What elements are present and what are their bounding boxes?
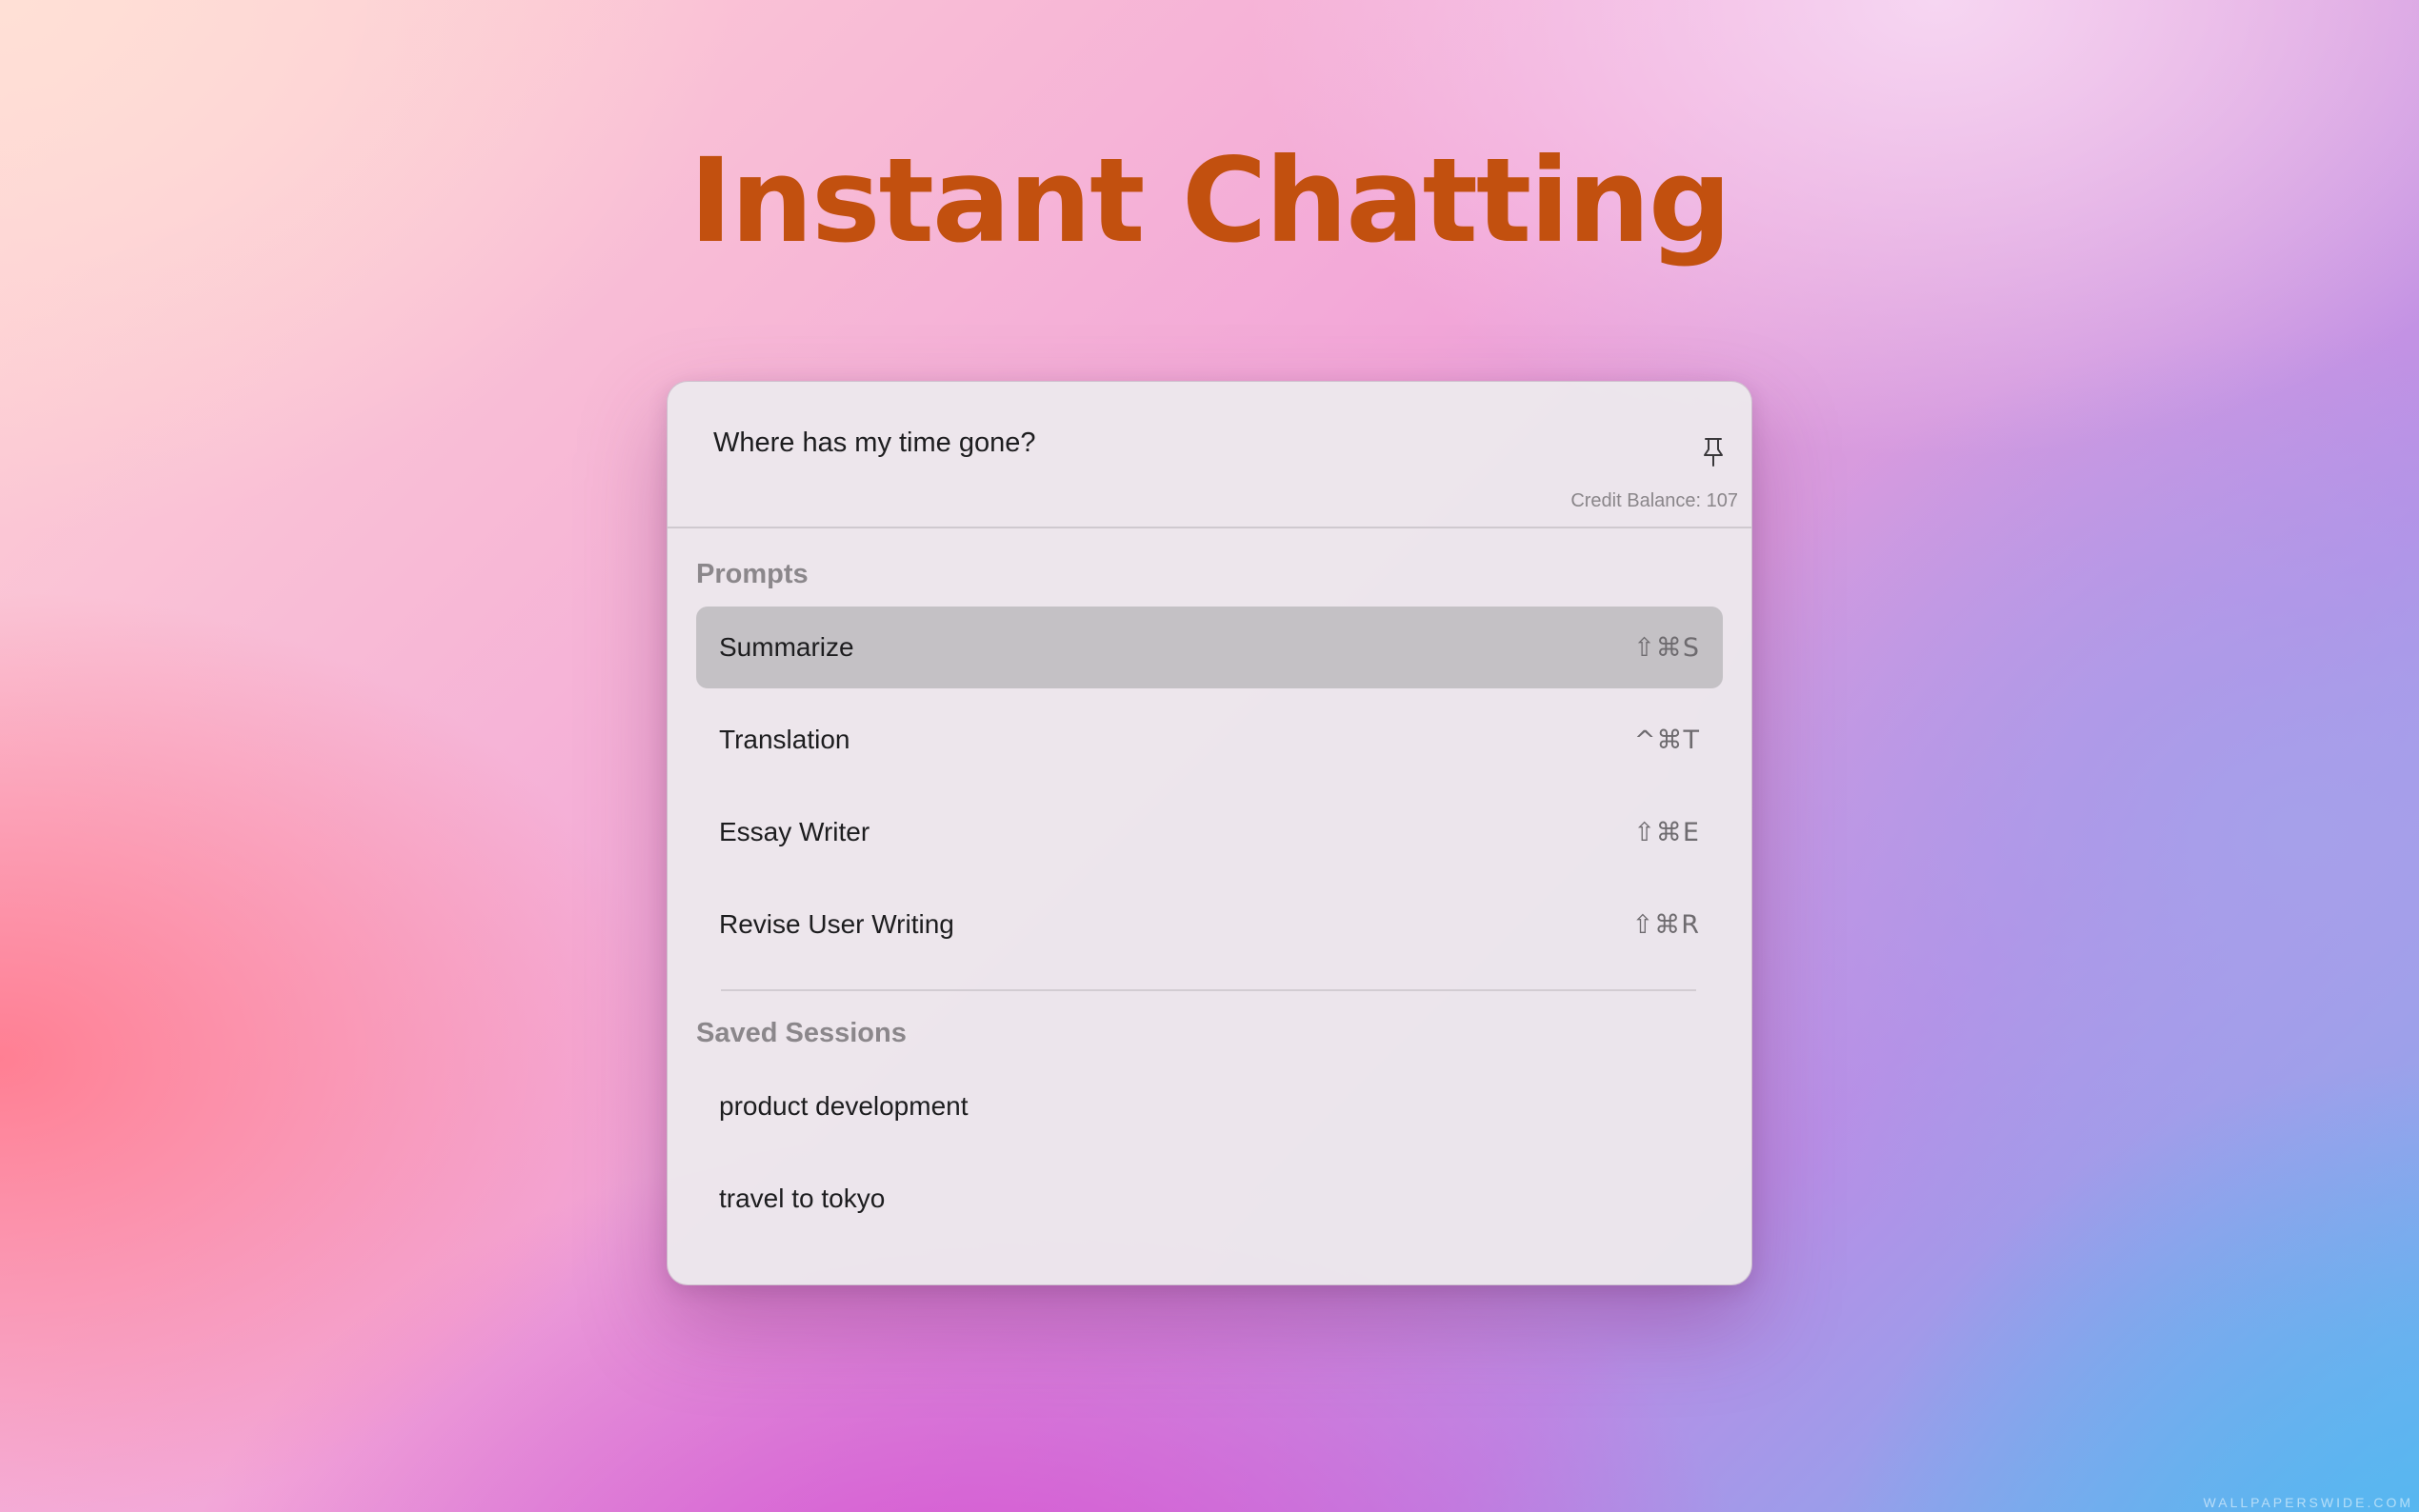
section-divider xyxy=(721,989,1696,991)
keyboard-shortcut: ⇧⌘S xyxy=(1633,632,1700,663)
query-input[interactable]: Where has my time gone? xyxy=(713,428,1035,459)
prompt-item-revise-user-writing[interactable]: Revise User Writing ⇧⌘R xyxy=(696,884,1723,965)
credit-balance: Credit Balance: 107 xyxy=(1570,490,1738,511)
keyboard-shortcut: ⇧⌘E xyxy=(1633,817,1700,847)
session-item-label: product development xyxy=(719,1091,969,1121)
prompt-item-translation[interactable]: Translation ^⌘T xyxy=(696,699,1723,781)
prompt-item-summarize[interactable]: Summarize ⇧⌘S xyxy=(696,607,1723,688)
prompt-item-label: Essay Writer xyxy=(719,817,870,846)
prompt-item-label: Revise User Writing xyxy=(719,909,954,939)
pin-icon[interactable] xyxy=(1700,435,1727,469)
query-area[interactable]: Where has my time gone? Credit Balance: … xyxy=(668,382,1751,528)
saved-sessions-section-title: Saved Sessions xyxy=(696,1018,907,1048)
prompt-item-essay-writer[interactable]: Essay Writer ⇧⌘E xyxy=(696,791,1723,873)
keyboard-shortcut: ⇧⌘R xyxy=(1631,909,1700,940)
session-item-travel-to-tokyo[interactable]: travel to tokyo xyxy=(696,1158,1723,1240)
session-item-label: travel to tokyo xyxy=(719,1184,886,1213)
watermark: WALLPAPERSWIDE.COM xyxy=(2203,1495,2413,1510)
prompt-item-label: Summarize xyxy=(719,632,854,662)
prompts-section-title: Prompts xyxy=(696,559,809,589)
keyboard-shortcut: ^⌘T xyxy=(1633,725,1700,755)
chat-launcher-panel: Where has my time gone? Credit Balance: … xyxy=(667,381,1752,1285)
session-item-product-development[interactable]: product development xyxy=(696,1065,1723,1147)
page-headline: Instant Chatting xyxy=(689,133,1732,269)
prompt-item-label: Translation xyxy=(719,725,850,754)
